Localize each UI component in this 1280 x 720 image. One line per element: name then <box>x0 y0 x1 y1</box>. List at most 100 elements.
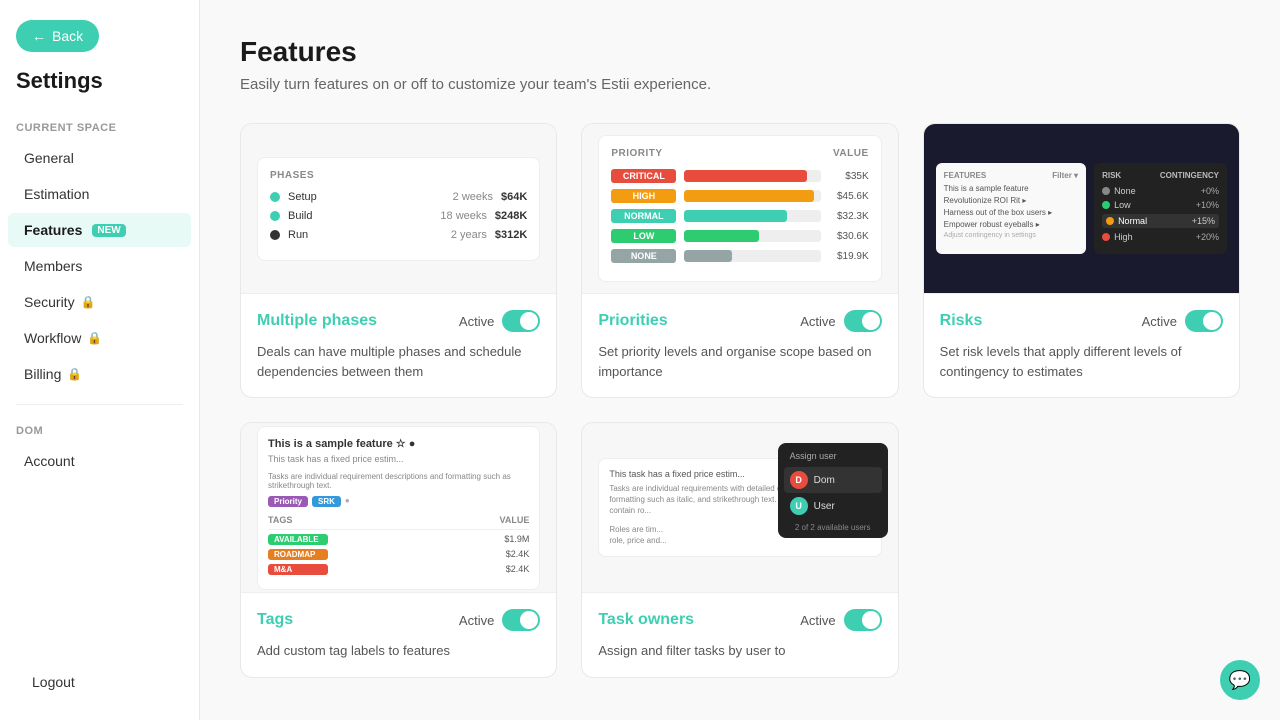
lock-icon: 🔒 <box>87 331 102 345</box>
card-body: Tags Active Add custom tag labels to fea… <box>241 593 556 677</box>
username-user: User <box>814 501 835 512</box>
priority-label: HIGH <box>611 189 676 203</box>
toggle-priorities[interactable] <box>844 310 882 332</box>
page-subtitle: Easily turn features on or off to custom… <box>240 76 1240 93</box>
feature-card-priorities: PRIORITY VALUE CRITICAL $35K HIGH <box>581 123 898 398</box>
sidebar-item-account[interactable]: Account <box>8 444 191 478</box>
sidebar-item-workflow[interactable]: Workflow 🔒 <box>8 321 191 355</box>
toggle-risks[interactable] <box>1185 310 1223 332</box>
filter-label: Filter ▾ <box>1052 171 1078 180</box>
lock-icon: 🔒 <box>81 295 96 309</box>
sidebar-item-features[interactable]: Features NEW <box>8 213 191 247</box>
sidebar-item-label: Members <box>24 258 82 274</box>
card-preview-tags: This is a sample feature ☆ ● This task h… <box>241 423 556 593</box>
chevron-left-icon: ← <box>32 28 46 44</box>
card-body: Task owners Active Assign and filter tas… <box>582 593 897 677</box>
status-label: Active <box>1142 314 1177 329</box>
toggle-tags[interactable] <box>502 609 540 631</box>
status-label: Active <box>459 314 494 329</box>
card-header: Multiple phases Active <box>257 310 540 332</box>
risk-levels-panel: RISK CONTINGENCY None +0% <box>1094 163 1227 254</box>
card-description: Deals can have multiple phases and sched… <box>257 342 540 381</box>
feature-card-risks: FEATURES Filter ▾ This is a sample featu… <box>923 123 1240 398</box>
card-preview-priorities: PRIORITY VALUE CRITICAL $35K HIGH <box>582 124 897 294</box>
risk-pct: +15% <box>1192 216 1215 226</box>
sidebar-item-general[interactable]: General <box>8 141 191 175</box>
phase-dot <box>270 192 280 202</box>
settings-title: Settings <box>0 68 199 114</box>
priority-bar-container <box>684 250 820 262</box>
sidebar-item-billing[interactable]: Billing 🔒 <box>8 357 191 391</box>
tags-value: $2.4K <box>506 564 530 574</box>
tag-chips-row: Priority SRK ● <box>268 496 529 507</box>
risk-pct: +20% <box>1196 232 1219 242</box>
avatar-user: U <box>790 497 808 515</box>
phase-name: Build <box>288 210 432 222</box>
tags-row: ROADMAP $2.4K <box>268 549 529 560</box>
card-preview-risks: FEATURES Filter ▾ This is a sample featu… <box>924 124 1239 294</box>
priority-bar <box>684 190 814 202</box>
feature-card-tags: This is a sample feature ☆ ● This task h… <box>240 422 557 678</box>
card-header: Priorities Active <box>598 310 881 332</box>
divider <box>16 404 183 405</box>
username-dom: Dom <box>814 475 835 486</box>
phase-value: $64K <box>501 191 527 203</box>
card-header: Tags Active <box>257 609 540 631</box>
phase-value: $248K <box>495 210 527 222</box>
dropdown-item-user[interactable]: U User <box>784 493 882 519</box>
toggle-task-owners[interactable] <box>844 609 882 631</box>
toggle-multiple-phases[interactable] <box>502 310 540 332</box>
priority-bar-container <box>684 230 820 242</box>
sidebar-item-logout[interactable]: Logout <box>16 665 183 699</box>
risk-dot-high <box>1102 233 1110 241</box>
risk-dot-low <box>1102 201 1110 209</box>
sidebar-item-label: Features <box>24 222 82 238</box>
priority-row: CRITICAL $35K <box>611 169 868 183</box>
phase-duration: 2 weeks <box>453 191 493 203</box>
priority-value: $19.9K <box>829 251 869 262</box>
phase-row: Build 18 weeks $248K <box>270 210 527 222</box>
status-label: Active <box>800 314 835 329</box>
new-badge: NEW <box>92 224 125 237</box>
sidebar-item-label: Workflow <box>24 330 81 346</box>
phase-name: Setup <box>288 191 445 203</box>
sidebar-item-estimation[interactable]: Estimation <box>8 177 191 211</box>
phase-duration: 2 years <box>451 229 487 241</box>
risk-pct: +10% <box>1196 200 1219 210</box>
priority-label: LOW <box>611 229 676 243</box>
sidebar-item-label: Logout <box>32 674 75 690</box>
risk-pct: +0% <box>1201 186 1219 196</box>
card-status: Active <box>800 310 881 332</box>
contingency-col: CONTINGENCY <box>1160 171 1219 180</box>
risk-col: RISK <box>1102 171 1121 180</box>
feature-card-multiple-phases: PHASES Setup 2 weeks $64K Build 18 weeks… <box>240 123 557 398</box>
phase-value: $312K <box>495 229 527 241</box>
risk-level-label: Normal <box>1118 216 1147 226</box>
tags-desc: Tasks are individual requirement descrip… <box>268 472 529 490</box>
back-button[interactable]: ← Back <box>16 20 99 52</box>
tag-chip: SRK <box>312 496 341 507</box>
assign-user-dropdown[interactable]: Assign user D Dom U User 2 of 2 availabl… <box>778 443 888 538</box>
tags-value: $2.4K <box>506 549 530 559</box>
risk-dot-none <box>1102 187 1110 195</box>
features-col: FEATURES <box>944 171 987 180</box>
page-title: Features <box>240 36 1240 68</box>
sidebar-item-label: Account <box>24 453 75 469</box>
phase-row: Setup 2 weeks $64K <box>270 191 527 203</box>
card-title: Tags <box>257 611 293 629</box>
sidebar-item-members[interactable]: Members <box>8 249 191 283</box>
tags-value: $1.9M <box>504 534 529 544</box>
card-status: Active <box>1142 310 1223 332</box>
chat-bubble[interactable]: 💬 <box>1220 660 1260 700</box>
sidebar-item-security[interactable]: Security 🔒 <box>8 285 191 319</box>
tags-table-header: TAGS VALUE <box>268 515 529 530</box>
dropdown-item-dom[interactable]: D Dom <box>784 467 882 493</box>
phase-dot <box>270 211 280 221</box>
risk-level-label: High <box>1114 232 1133 242</box>
tag-more: ● <box>345 496 350 507</box>
priorities-header: PRIORITY VALUE <box>611 148 868 159</box>
card-title: Risks <box>940 312 983 330</box>
risk-level-label: Low <box>1114 200 1131 210</box>
card-preview-task-owners: This task has a fixed price estim... Tas… <box>582 423 897 593</box>
priority-bar-container <box>684 170 820 182</box>
